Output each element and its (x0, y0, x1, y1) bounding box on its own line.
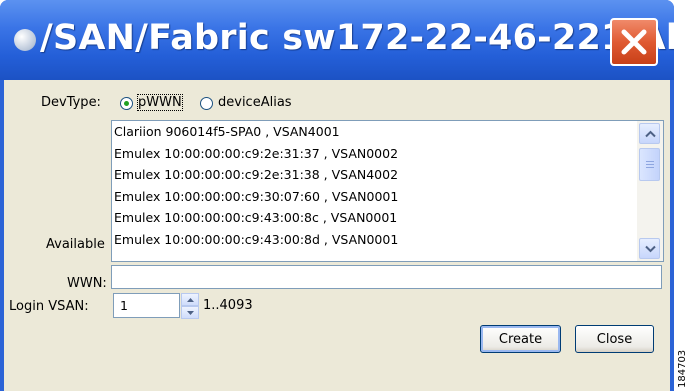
chevron-down-icon (187, 311, 194, 315)
login-vsan-spinner[interactable]: 1 (113, 293, 180, 318)
close-button[interactable]: Close (575, 325, 654, 353)
dialog-body: DevType: pWWN deviceAlias Available Clar… (4, 80, 670, 391)
scroll-down-button[interactable] (639, 238, 660, 259)
available-list[interactable]: Clariion 906014f5-SPA0 , VSAN4001 Emulex… (111, 120, 664, 262)
wwn-label: WWN: (67, 276, 107, 291)
available-list-items: Clariion 906014f5-SPA0 , VSAN4001 Emulex… (112, 121, 637, 251)
scroll-up-button[interactable] (639, 123, 660, 144)
login-vsan-range: 1..4093 (203, 298, 253, 313)
list-item[interactable]: Clariion 906014f5-SPA0 , VSAN4001 (112, 121, 637, 143)
app-icon (14, 29, 36, 51)
dialog-window: /SAN/Fabric sw172-22-46-221/All VS... De… (0, 0, 674, 391)
login-vsan-label: Login VSAN: (9, 299, 89, 314)
devtype-label: DevType: (41, 95, 101, 110)
list-item[interactable]: Emulex 10:00:00:00:c9:2e:31:37 , VSAN000… (112, 143, 637, 165)
radio-device-alias[interactable] (200, 97, 213, 110)
available-label: Available (46, 237, 105, 252)
spinner-down-button[interactable] (181, 306, 199, 319)
wwn-input[interactable] (111, 265, 662, 289)
chevron-up-icon (645, 130, 656, 138)
close-icon (621, 29, 647, 55)
figure-id: 184703 (677, 349, 688, 388)
radio-device-alias-label[interactable]: deviceAlias (218, 95, 292, 110)
vertical-scrollbar[interactable] (637, 121, 663, 261)
radio-pwwn[interactable] (120, 97, 133, 110)
list-item[interactable]: Emulex 10:00:00:00:c9:2e:31:38 , VSAN400… (112, 164, 637, 186)
list-item[interactable]: Emulex 10:00:00:00:c9:43:00:8d , VSAN000… (112, 229, 637, 251)
list-item[interactable]: Emulex 10:00:00:00:c9:30:07:60 , VSAN000… (112, 186, 637, 208)
window-close-button[interactable] (610, 18, 658, 66)
list-item[interactable]: Emulex 10:00:00:00:c9:43:00:8c , VSAN000… (112, 207, 637, 229)
chevron-up-icon (187, 298, 194, 302)
scroll-thumb[interactable] (639, 148, 660, 181)
spinner-up-button[interactable] (181, 293, 199, 306)
create-button[interactable]: Create (480, 325, 561, 353)
title-bar[interactable]: /SAN/Fabric sw172-22-46-221/All VS... (0, 0, 674, 80)
radio-pwwn-label[interactable]: pWWN (137, 94, 183, 111)
window-title: /SAN/Fabric sw172-22-46-221/All VS... (40, 18, 674, 58)
chevron-down-icon (645, 245, 656, 253)
